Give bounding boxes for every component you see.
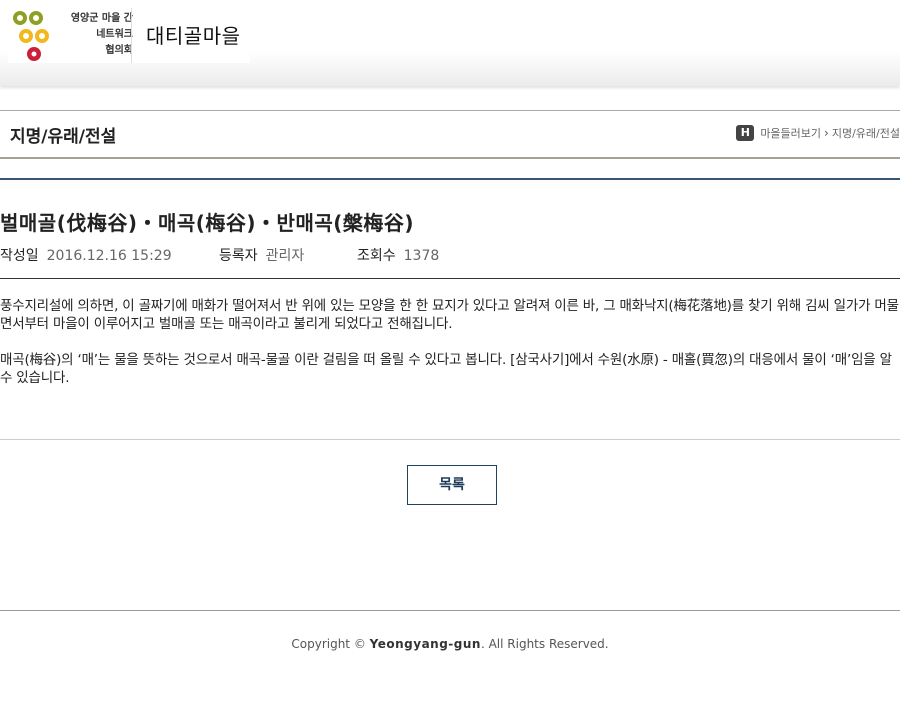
village-name[interactable]: 대티골마을	[146, 20, 241, 49]
footer-copyright: Copyright © Yeongyang-gun. All Rights Re…	[0, 637, 900, 651]
page-title: 지명/유래/전설	[10, 127, 117, 147]
meta-views: 조회수 1378	[357, 245, 439, 265]
logo-dots-icon	[13, 11, 49, 61]
breadcrumb: H 마을들러보기 › 지명/유래/전설	[736, 125, 900, 141]
meta-date: 작성일 2016.12.16 15:29	[0, 245, 219, 265]
list-button[interactable]: 목록	[407, 465, 497, 505]
meta-date-value: 2016.12.16 15:29	[46, 248, 172, 264]
meta-views-value: 1378	[403, 248, 440, 264]
post-paragraph: 풍수지리설에 의하면, 이 골짜기에 매화가 떨어져서 반 위에 있는 모양을 …	[0, 298, 899, 332]
divider	[0, 178, 900, 180]
chevron-right-icon: ›	[824, 126, 829, 140]
logo-text-line: 협의회	[105, 45, 133, 56]
divider	[0, 439, 900, 440]
logo-text-line: 영양군 마을 간	[70, 13, 133, 24]
post-title: 벌매골(伐梅谷)・매곡(梅谷)・반매곡(槃梅谷)	[0, 211, 415, 235]
copyright-prefix: Copyright ©	[291, 637, 370, 651]
home-icon[interactable]: H	[736, 125, 755, 141]
post-paragraph: 매곡(梅谷)의 ‘매’는 물을 뜻하는 것으로서 매곡-물골 이란 걸림을 떠 …	[0, 352, 892, 386]
page-title-bar: 지명/유래/전설 H 마을들러보기 › 지명/유래/전설	[0, 110, 900, 159]
breadcrumb-item-current[interactable]: 지명/유래/전설	[832, 125, 900, 141]
site-logo[interactable]: 영양군 마을 간 네트워크 협의회 대티골마을	[8, 8, 250, 63]
divider	[0, 610, 900, 611]
logo-text-line: 네트워크	[96, 29, 133, 40]
meta-author-label: 등록자	[219, 248, 258, 264]
post-body: 풍수지리설에 의하면, 이 골짜기에 매화가 떨어져서 반 위에 있는 모양을 …	[0, 297, 900, 405]
copyright-suffix: . All Rights Reserved.	[480, 637, 609, 651]
meta-date-label: 작성일	[0, 248, 39, 264]
post-meta: 작성일 2016.12.16 15:29 등록자 관리자 조회수 1378	[0, 245, 439, 265]
site-header: 영양군 마을 간 네트워크 협의회 대티골마을	[0, 0, 900, 86]
logo-text: 영양군 마을 간 네트워크 협의회	[53, 11, 133, 59]
copyright-brand: Yeongyang-gun	[369, 637, 481, 651]
breadcrumb-item[interactable]: 마을들러보기	[760, 125, 821, 141]
meta-author-value: 관리자	[265, 248, 305, 264]
logo-divider	[131, 8, 132, 63]
meta-views-label: 조회수	[357, 248, 396, 264]
meta-author: 등록자 관리자	[219, 245, 357, 265]
divider	[0, 278, 900, 279]
